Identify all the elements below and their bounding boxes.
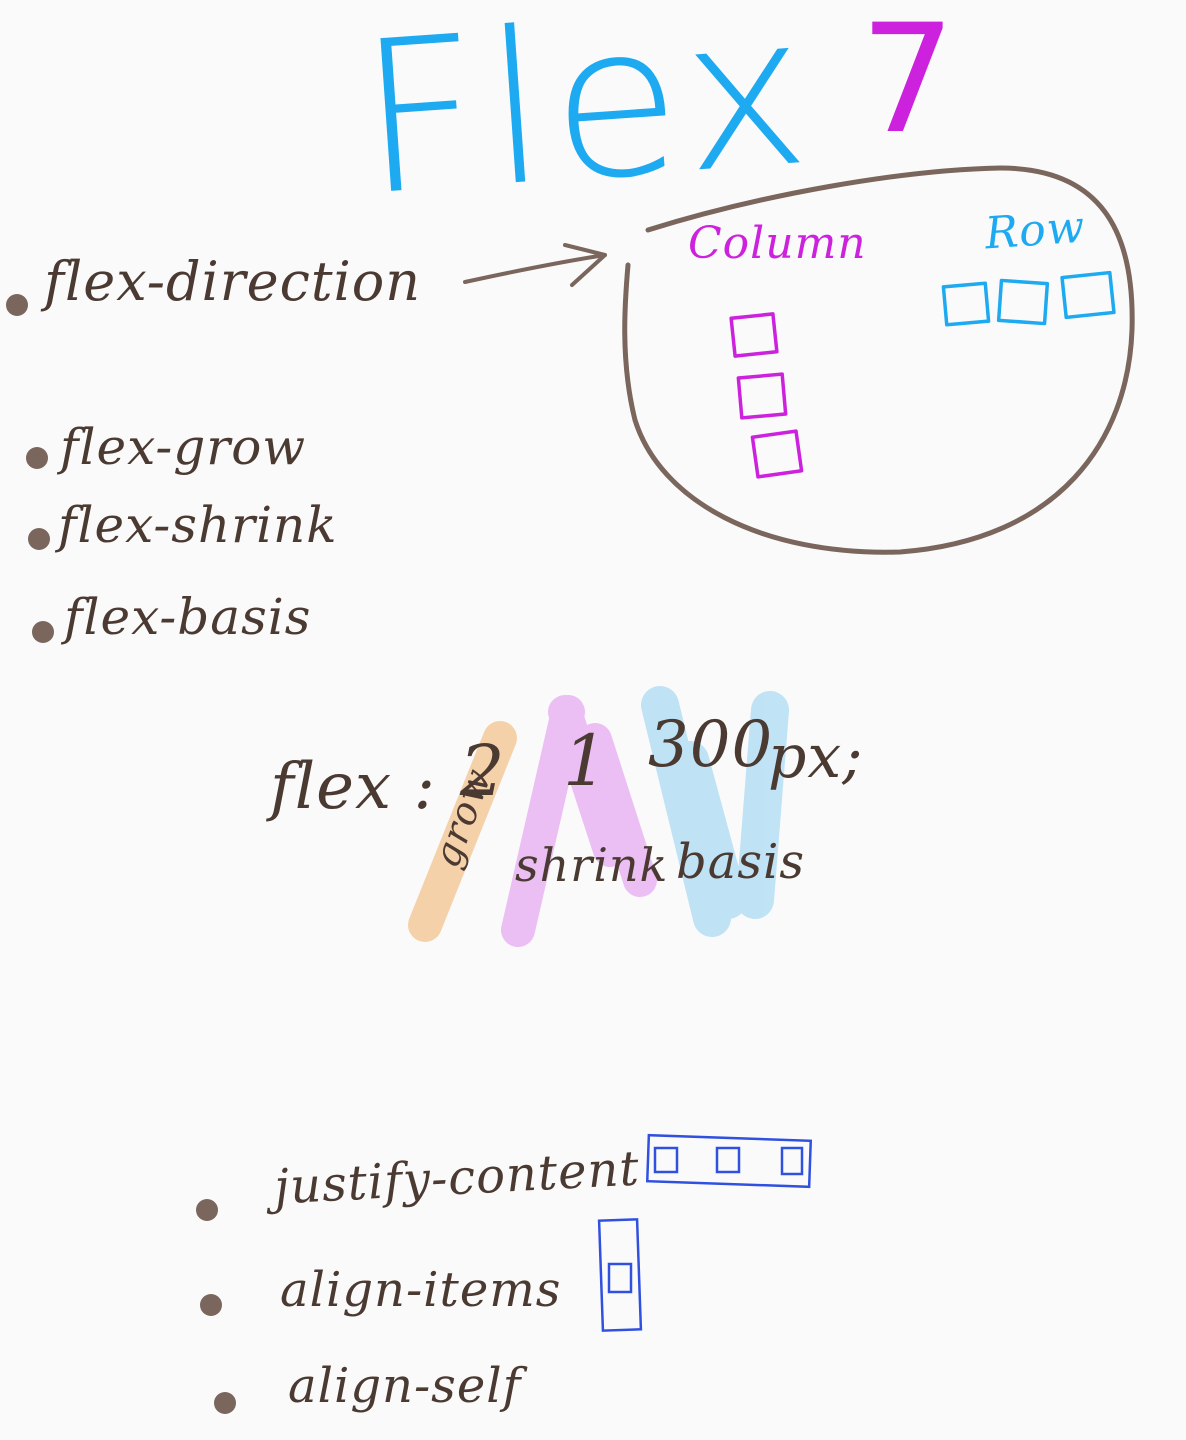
align-items-sketch xyxy=(597,1218,643,1332)
row-box xyxy=(941,281,991,327)
shrink-label: shrink xyxy=(515,838,669,892)
shorthand-suffix: px; xyxy=(768,722,864,792)
column-box xyxy=(729,312,779,358)
bullet-icon xyxy=(214,1392,236,1414)
row-box xyxy=(996,278,1050,326)
property-item: flex-shrink xyxy=(58,496,338,554)
column-box xyxy=(750,429,804,479)
row-boxes xyxy=(941,270,1116,327)
column-boxes xyxy=(729,312,804,479)
column-box xyxy=(736,372,788,420)
flex-direction-label: flex-direction xyxy=(44,250,422,313)
shorthand-prefix: flex : xyxy=(270,750,437,824)
bullet-icon xyxy=(32,621,54,643)
bullet-icon xyxy=(26,447,48,469)
justify-content-sketch xyxy=(645,1133,813,1189)
row-label: Row xyxy=(983,201,1087,260)
bullet-icon xyxy=(28,528,50,550)
arrow-icon xyxy=(463,243,607,287)
bullet-icon xyxy=(196,1199,218,1221)
bullet-icon xyxy=(6,294,28,316)
property-item: flex-grow xyxy=(60,418,307,476)
shorthand-basis-value: 300 xyxy=(648,708,774,782)
alignment-item: align-items xyxy=(280,1262,562,1318)
basis-label: basis xyxy=(676,834,805,890)
alignment-item: align-self xyxy=(288,1358,522,1414)
column-label: Column xyxy=(688,218,867,269)
bullet-icon xyxy=(200,1294,222,1316)
row-box xyxy=(1060,270,1116,320)
shorthand-shrink-value: 1 xyxy=(563,720,609,802)
property-item: flex-basis xyxy=(64,588,312,646)
